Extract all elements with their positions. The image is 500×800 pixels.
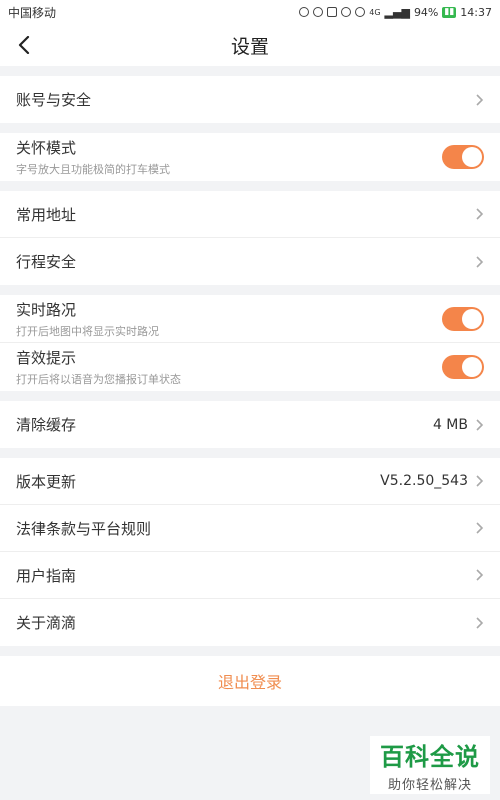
row-label: 关怀模式: [16, 139, 77, 157]
chevron-right-icon: [476, 418, 484, 431]
signal-label: 4G: [369, 7, 381, 17]
row-label: 常用地址: [16, 205, 77, 224]
nav-bar: 设置: [0, 24, 500, 66]
row-user-guide[interactable]: 用户指南: [0, 552, 500, 599]
status-left: 中国移动: [8, 4, 56, 21]
chevron-right-icon: [476, 475, 484, 487]
row-sublabel: 打开后将以语音为您播报订单状态: [16, 373, 181, 386]
sound-toggle[interactable]: [442, 355, 484, 379]
battery-percent: 94%: [413, 5, 439, 19]
row-label: 音效提示: [16, 349, 77, 367]
alarm-icon: [341, 7, 352, 17]
traffic-toggle[interactable]: [442, 306, 484, 331]
row-version-update[interactable]: 版本更新 V5.2.50_543: [0, 458, 500, 505]
chevron-right-icon: [476, 569, 484, 581]
group-toggles: 实时路况 打开后地图中将显示实时路况 音效提示 打开后将以语音为您播报订单状态: [0, 295, 500, 391]
signal-icon: ▂▄▆: [384, 5, 410, 19]
chevron-right-icon: [476, 208, 484, 220]
row-label: 行程安全: [16, 253, 77, 271]
row-trip-safety[interactable]: 行程安全: [0, 238, 500, 285]
row-realtime-traffic: 实时路况 打开后地图中将显示实时路况: [0, 295, 500, 343]
row-account-security[interactable]: 账号与安全: [0, 76, 500, 123]
row-label: 清除缓存: [16, 416, 77, 434]
group-account: 账号与安全: [0, 76, 500, 123]
group-cache: 清除缓存 4 MB: [0, 401, 500, 448]
page-title: 设置: [230, 35, 269, 58]
status-bar: 中国移动 4G ▂▄▆ 94% ▮▮ 14:37: [0, 0, 500, 24]
carrier-label: 中国移动: [8, 5, 57, 20]
row-label: 关于滴滴: [16, 614, 77, 632]
chevron-right-icon: [476, 93, 484, 106]
chevron-right-icon: [476, 616, 484, 629]
group-places: 常用地址 行程安全: [0, 191, 500, 285]
watermark-subtitle: 助你轻松解决: [387, 778, 472, 793]
back-arrow-icon: [18, 36, 30, 54]
watermark-title: 百科全说: [380, 743, 480, 771]
headset-icon: [299, 7, 310, 17]
row-legal-terms[interactable]: 法律条款与平台规则: [0, 505, 500, 552]
row-label: 法律条款与平台规则: [16, 519, 152, 538]
chevron-right-icon: [476, 255, 484, 268]
battery-icon: ▮▮: [442, 6, 457, 18]
mute-icon: [327, 7, 338, 17]
row-sublabel: 打开后地图中将显示实时路况: [16, 324, 159, 338]
row-about-didi[interactable]: 关于滴滴: [0, 599, 500, 646]
row-clear-cache[interactable]: 清除缓存 4 MB: [0, 401, 500, 448]
row-sound-prompt: 音效提示 打开后将以语音为您播报订单状态: [0, 343, 500, 391]
status-right: 4G ▂▄▆ 94% ▮▮ 14:37: [299, 6, 492, 19]
group-care: 关怀模式 字号放大且功能极简的打车模式: [0, 133, 500, 181]
row-sublabel: 字号放大且功能极简的打车模式: [16, 163, 170, 176]
care-mode-toggle[interactable]: [442, 145, 484, 169]
watermark: 百科全说 助你轻松解决: [370, 736, 490, 794]
row-label: 用户指南: [16, 566, 77, 585]
row-label: 实时路况: [16, 300, 77, 319]
eye-icon: [355, 7, 366, 17]
logout-button[interactable]: 退出登录: [0, 656, 500, 706]
row-label: 账号与安全: [16, 91, 92, 109]
row-care-mode: 关怀模式 字号放大且功能极简的打车模式: [0, 133, 500, 181]
chevron-right-icon: [476, 522, 484, 534]
group-about: 版本更新 V5.2.50_543 法律条款与平台规则 用户指南 关于滴滴: [0, 458, 500, 646]
version-number: V5.2.50_543: [380, 473, 468, 489]
cache-size: 4 MB: [432, 416, 468, 433]
row-label: 版本更新: [16, 472, 77, 491]
clock: 14:37: [460, 5, 492, 19]
back-button[interactable]: [14, 35, 34, 55]
location-icon: [313, 7, 324, 17]
row-common-addresses[interactable]: 常用地址: [0, 191, 500, 238]
